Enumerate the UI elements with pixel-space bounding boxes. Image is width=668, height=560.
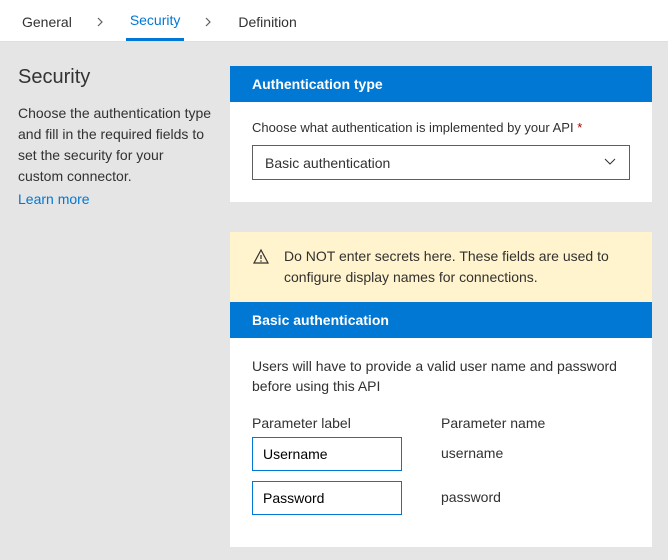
warning-icon: [252, 246, 270, 272]
param-name-value: password: [441, 481, 630, 525]
param-row-username: username: [252, 437, 630, 481]
main-panel: Authentication type Choose what authenti…: [230, 42, 668, 560]
auth-type-header: Authentication type: [230, 66, 652, 102]
required-indicator: *: [577, 120, 582, 135]
col-label-header: Parameter label: [252, 409, 441, 437]
col-name-header: Parameter name: [441, 409, 630, 437]
page-description: Choose the authentication type and fill …: [18, 103, 212, 187]
sidebar: Security Choose the authentication type …: [0, 42, 230, 560]
param-row-password: password: [252, 481, 630, 525]
tab-general[interactable]: General: [18, 8, 76, 40]
chevron-right-icon: [96, 17, 106, 31]
basic-auth-description: Users will have to provide a valid user …: [252, 356, 630, 397]
param-header-row: Parameter label Parameter name: [252, 409, 630, 437]
tab-security[interactable]: Security: [126, 6, 185, 41]
basic-auth-header: Basic authentication: [230, 302, 652, 338]
page-title: Security: [18, 66, 212, 89]
basic-auth-panel: Do NOT enter secrets here. These fields …: [230, 232, 652, 547]
learn-more-link[interactable]: Learn more: [18, 191, 90, 207]
param-label-input[interactable]: [252, 437, 402, 471]
tab-definition[interactable]: Definition: [234, 8, 300, 40]
auth-type-select[interactable]: Basic authentication: [252, 145, 630, 180]
tabs-nav: General Security Definition: [0, 0, 668, 42]
content-area: Security Choose the authentication type …: [0, 42, 668, 560]
warning-text: Do NOT enter secrets here. These fields …: [284, 246, 630, 288]
auth-type-label: Choose what authentication is implemente…: [252, 120, 630, 135]
warning-banner: Do NOT enter secrets here. These fields …: [230, 232, 652, 302]
chevron-right-icon: [204, 17, 214, 31]
chevron-down-icon: [603, 154, 617, 171]
param-label-input[interactable]: [252, 481, 402, 515]
auth-type-panel: Authentication type Choose what authenti…: [230, 66, 652, 202]
param-name-value: username: [441, 437, 630, 481]
auth-type-selected: Basic authentication: [265, 155, 390, 171]
